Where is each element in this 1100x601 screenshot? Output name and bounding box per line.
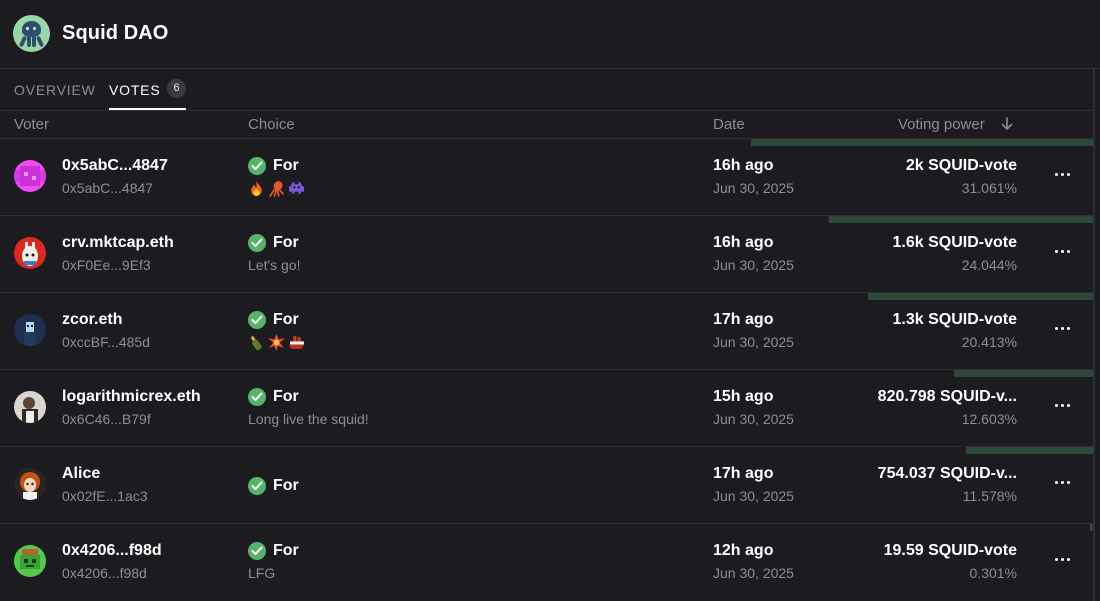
voting-power-bar <box>829 216 1093 223</box>
voter-name[interactable]: logarithmicrex.eth <box>62 388 201 406</box>
votes-count-badge: 6 <box>167 79 186 98</box>
vote-reason-emojis <box>248 334 308 351</box>
voting-power-bar <box>1090 524 1093 531</box>
column-header-voting-power[interactable]: Voting power <box>898 116 985 133</box>
explosion-icon <box>268 334 285 351</box>
voting-power-percent: 20.413% <box>961 334 1017 350</box>
vote-choice: For <box>273 311 299 328</box>
vote-date: Jun 30, 2025 <box>713 488 794 504</box>
vote-date: Jun 30, 2025 <box>713 180 794 196</box>
ship-icon <box>289 336 304 349</box>
alien-monster-icon <box>289 182 304 194</box>
check-circle-icon <box>248 542 266 560</box>
vote-reason: LFG <box>248 565 276 581</box>
voter-address: 0x02fE...1ac3 <box>62 488 148 504</box>
vote-time-ago: 16h ago <box>713 234 774 251</box>
vote-row[interactable]: 0x5abC...4847 0x5abC...4847 For 16h ago Jun … <box>0 138 1094 215</box>
vote-date: Jun 30, 2025 <box>713 565 794 581</box>
voter-avatar[interactable] <box>14 545 46 577</box>
squid-icon <box>269 181 284 197</box>
vote-row[interactable]: zcor.eth 0xccBF...485d For 17h ago Jun 30, 2… <box>0 292 1094 369</box>
tab-bar: OVERVIEW VOTES <box>0 69 1094 111</box>
voter-address: 0x5abC...4847 <box>62 180 154 196</box>
sort-descending-icon[interactable] <box>1000 116 1014 132</box>
voter-address: 0xccBF...485d <box>62 334 150 350</box>
vote-row[interactable]: 0x4206...f98d 0x4206...f98d For LFG 12h ago J… <box>0 523 1094 600</box>
vote-choice: For <box>273 388 299 405</box>
column-header-date: Date <box>713 116 745 133</box>
voter-name[interactable]: Alice <box>62 465 100 483</box>
voter-address: 0x4206...f98d <box>62 565 147 581</box>
more-options-icon[interactable] <box>1050 392 1076 418</box>
voter-address: 0x6C46...B79f <box>62 411 151 427</box>
vote-reason: Long live the squid! <box>248 411 369 427</box>
column-header-voter: Voter <box>14 116 50 133</box>
voting-power-bar <box>751 139 1093 146</box>
vote-row[interactable]: logarithmicrex.eth 0x6C46...B79f For Long l… <box>0 369 1094 446</box>
active-tab-indicator <box>109 108 186 110</box>
more-options-icon[interactable] <box>1050 469 1076 495</box>
more-options-icon[interactable] <box>1050 161 1076 187</box>
voting-power-bar <box>954 370 1093 377</box>
vote-date: Jun 30, 2025 <box>713 257 794 273</box>
check-circle-icon <box>248 311 266 329</box>
voting-power-value: 19.59 SQUID-vote <box>883 542 1017 559</box>
voter-address: 0xF0Ee...9Ef3 <box>62 257 151 273</box>
voter-name[interactable]: crv.mktcap.eth <box>62 234 174 252</box>
bottle-icon <box>250 335 262 351</box>
vote-time-ago: 16h ago <box>713 157 774 174</box>
vote-choice: For <box>273 157 299 174</box>
voting-power-value: 754.037 SQUID-v... <box>877 465 1017 482</box>
more-options-icon[interactable] <box>1050 546 1076 572</box>
vote-choice: For <box>273 542 299 559</box>
vote-time-ago: 12h ago <box>713 542 774 559</box>
check-circle-icon <box>248 477 266 495</box>
vote-time-ago: 17h ago <box>713 311 774 328</box>
voting-power-value: 1.3k SQUID-vote <box>892 311 1017 328</box>
voter-avatar[interactable] <box>14 314 46 346</box>
voting-power-percent: 11.578% <box>962 488 1017 504</box>
app-header: Squid DAO <box>0 0 1100 69</box>
voting-power-value: 1.6k SQUID-vote <box>892 234 1017 251</box>
voting-power-percent: 31.061% <box>961 180 1017 196</box>
vote-row[interactable]: Alice 0x02fE...1ac3 For 17h ago Jun 30, 2025… <box>0 446 1094 523</box>
voter-avatar[interactable] <box>14 468 46 500</box>
vote-date: Jun 30, 2025 <box>713 334 794 350</box>
voter-name[interactable]: 0x5abC...4847 <box>62 157 168 175</box>
voting-power-value: 820.798 SQUID-v... <box>877 388 1017 405</box>
column-header-choice: Choice <box>248 116 295 133</box>
voting-power-percent: 24.044% <box>961 257 1017 273</box>
vote-time-ago: 17h ago <box>713 465 774 482</box>
table-header: Voter Choice Date Voting power <box>0 111 1094 138</box>
check-circle-icon <box>248 234 266 252</box>
check-circle-icon <box>248 388 266 406</box>
vote-reason: Let's go! <box>248 257 301 273</box>
vote-row[interactable]: crv.mktcap.eth 0xF0Ee...9Ef3 For Let's go! 1… <box>0 215 1094 292</box>
vote-date: Jun 30, 2025 <box>713 411 794 427</box>
vote-reason-emojis <box>248 180 308 197</box>
tab-overview[interactable]: OVERVIEW <box>14 82 96 98</box>
vote-time-ago: 15h ago <box>713 388 774 405</box>
vote-choice: For <box>273 234 299 251</box>
voting-power-value: 2k SQUID-vote <box>905 157 1017 174</box>
more-options-icon[interactable] <box>1050 238 1076 264</box>
voter-name[interactable]: zcor.eth <box>62 311 122 329</box>
vote-choice: For <box>273 477 299 494</box>
voter-avatar[interactable] <box>14 237 46 269</box>
voting-power-percent: 0.301% <box>969 565 1017 581</box>
tab-votes[interactable]: VOTES <box>109 82 160 98</box>
squid-logo-icon[interactable] <box>13 15 50 52</box>
voter-name[interactable]: 0x4206...f98d <box>62 542 162 560</box>
check-circle-icon <box>248 157 266 175</box>
voter-avatar[interactable] <box>14 160 46 192</box>
more-options-icon[interactable] <box>1050 315 1076 341</box>
voting-power-bar <box>966 447 1093 454</box>
voting-power-bar <box>868 293 1093 300</box>
fire-icon <box>251 181 262 196</box>
voting-power-percent: 12.603% <box>961 411 1017 427</box>
voter-avatar[interactable] <box>14 391 46 423</box>
space-title[interactable]: Squid DAO <box>62 22 168 45</box>
